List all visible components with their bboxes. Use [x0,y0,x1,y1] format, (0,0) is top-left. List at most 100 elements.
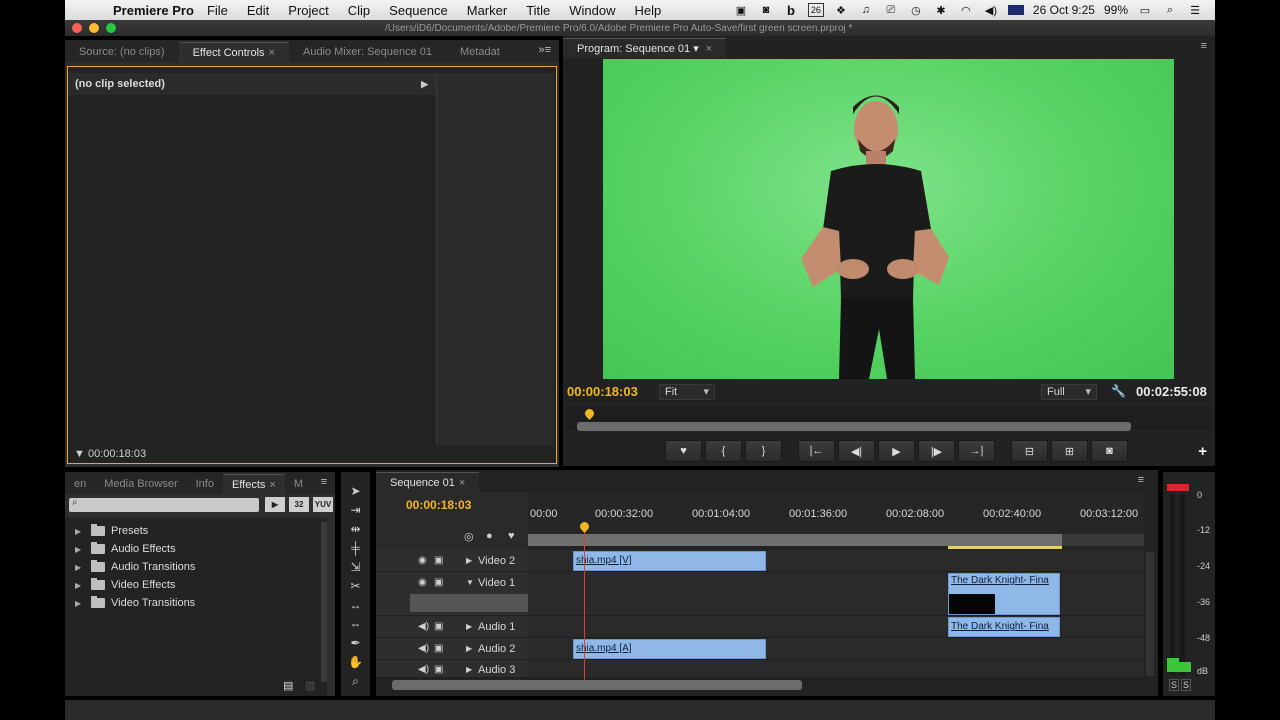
clip-indicator[interactable] [1167,484,1189,491]
tree-item-video-transitions[interactable]: ▶ Video Transitions [65,594,327,612]
extract-button[interactable]: ⊞ [1051,440,1088,462]
tab-sequence-01[interactable]: Sequence 01 × [376,472,480,492]
clip-dark-knight-video[interactable]: The Dark Knight- Fina [948,573,1060,615]
program-video-frame[interactable] [603,59,1174,379]
close-window-button[interactable] [72,23,82,33]
dropbox-icon[interactable]: ❖ [833,3,849,17]
rate-stretch-tool-icon[interactable]: ⇲ [341,558,370,577]
calendar-icon[interactable]: 26 [807,3,824,17]
timeline-current-time[interactable]: 00:00:18:03 [406,498,471,512]
clip-dark-knight-audio[interactable]: The Dark Knight- Fina [948,617,1060,637]
clip-shia-audio[interactable]: shia.mp4 [A] [573,639,766,659]
slide-tool-icon[interactable]: ⇔ [341,615,370,634]
fit-dropdown[interactable]: Fit [659,384,715,400]
speaker-icon[interactable]: ◀) [418,660,429,680]
effect-controls-scrollbar[interactable] [545,93,553,443]
delete-icon[interactable]: ▥ [305,679,315,692]
expand-triangle-icon[interactable]: ▶ [75,527,85,536]
tab-media-browser[interactable]: Media Browser [95,474,186,494]
tab-effects[interactable]: Effects × [222,474,285,494]
lift-button[interactable]: ⊟ [1011,440,1048,462]
menu-file[interactable]: File [207,3,228,18]
menu-marker[interactable]: Marker [467,3,507,18]
minimize-window-button[interactable] [89,23,99,33]
menu-edit[interactable]: Edit [247,3,269,18]
tab-menu-icon[interactable]: ▾ [693,43,699,55]
mark-out-button[interactable]: } [745,440,782,462]
effects-scrollbar[interactable] [321,522,327,682]
program-playhead-icon[interactable] [583,407,596,420]
panel-menu-icon[interactable]: ≡ [1201,40,1207,52]
expand-triangle-icon[interactable]: ▶ [466,550,472,572]
menu-clip[interactable]: Clip [348,3,370,18]
track-lane-video-1[interactable]: The Dark Knight- Fina [528,572,1144,616]
tree-item-presets[interactable]: ▶ Presets [65,522,327,540]
collapse-triangle-icon[interactable]: ▼ [466,572,474,594]
accelerated-effects-icon[interactable]: ▶ [265,497,285,512]
panel-menu-icon[interactable]: ≡ [321,476,327,488]
snap-icon[interactable]: ◎ [464,530,474,543]
expand-triangle-icon[interactable]: ▶ [466,638,472,660]
tab-project-partial[interactable]: en [65,474,95,494]
eye-icon[interactable]: ◉ [418,550,427,572]
expand-triangle-icon[interactable]: ▶ [75,599,85,608]
track-lane-audio-3[interactable] [528,660,1144,678]
timeline-horizontal-scrollbar[interactable] [392,680,802,690]
zoom-window-button[interactable] [106,23,116,33]
menu-help[interactable]: Help [635,3,662,18]
clip-shia-video[interactable]: shia.mp4 [V] [573,551,766,571]
export-frame-button[interactable]: ◙ [1091,440,1128,462]
slip-tool-icon[interactable]: ↔ [341,596,370,615]
time-machine-icon[interactable]: ◷ [908,3,924,17]
solo-right-button[interactable]: S [1181,679,1192,691]
track-lane-audio-2[interactable]: shia.mp4 [A] [528,638,1144,660]
add-marker-button[interactable]: ♥ [665,440,702,462]
rolling-edit-tool-icon[interactable]: ╪ [341,539,370,558]
flag-icon[interactable] [1007,5,1024,15]
go-to-out-button[interactable]: →| [958,440,995,462]
step-back-button[interactable]: ◀| [838,440,875,462]
expand-triangle-icon[interactable]: ▶ [75,545,85,554]
film-icon[interactable]: ▣ [434,616,443,638]
film-icon[interactable]: ▣ [434,638,443,660]
razor-tool-icon[interactable]: ✂ [341,577,370,596]
track-header-video-1[interactable]: ◉ ▣ ▼ Video 1 [376,572,528,616]
eye-icon[interactable]: ◉ [418,572,427,594]
tree-item-audio-effects[interactable]: ▶ Audio Effects [65,540,327,558]
sequence-marker-icon[interactable]: ● [486,530,493,542]
menu-window[interactable]: Window [569,3,615,18]
panel-menu-icon[interactable]: ≡ [1138,474,1144,486]
program-zoom-scrollbar[interactable] [577,422,1131,431]
timeline-playhead[interactable] [584,522,585,682]
play-button[interactable]: ▶ [878,440,915,462]
tab-source[interactable]: Source: (no clips) [65,42,179,62]
effects-search-input[interactable]: ⌕ [69,497,259,512]
datetime[interactable]: 26 Oct 9:25 [1033,3,1095,17]
track-header-audio-1[interactable]: ◀) ▣ ▶ Audio 1 [376,616,528,638]
program-current-time[interactable]: 00:00:18:03 [567,384,638,399]
tab-info[interactable]: Info [187,474,223,494]
track-header-video-2[interactable]: ◉ ▣ ▶ Video 2 [376,550,528,572]
wrench-icon[interactable]: 🔧 [1111,384,1126,398]
wifi-icon[interactable]: ◠ [958,3,974,17]
add-marker-icon[interactable]: ♥ [508,530,515,542]
new-bin-icon[interactable]: ▤ [283,679,293,692]
keyframe-controls[interactable] [410,594,528,612]
bluetooth-icon[interactable]: ✱ [933,3,949,17]
tab-audio-mixer[interactable]: Audio Mixer: Sequence 01 [289,42,446,62]
close-icon[interactable]: × [269,479,275,491]
hand-tool-icon[interactable]: ✋ [341,653,370,672]
close-icon[interactable]: × [269,47,275,59]
close-icon[interactable]: × [706,43,712,55]
expand-triangle-icon[interactable]: ▶ [75,581,85,590]
mark-in-button[interactable]: { [705,440,742,462]
bell-icon[interactable]: ♫ [858,3,874,17]
notification-center-icon[interactable]: ☰ [1187,3,1203,17]
step-forward-button[interactable]: |▶ [918,440,955,462]
go-to-in-button[interactable]: |← [798,440,835,462]
track-header-audio-3[interactable]: ◀) ▣ ▶ Audio 3 [376,660,528,678]
timeline-vertical-scrollbar[interactable] [1146,552,1154,676]
app-name-menu[interactable]: Premiere Pro [113,3,194,18]
volume-icon[interactable]: ◀) [983,3,999,17]
b-app-icon[interactable]: b [783,3,799,18]
